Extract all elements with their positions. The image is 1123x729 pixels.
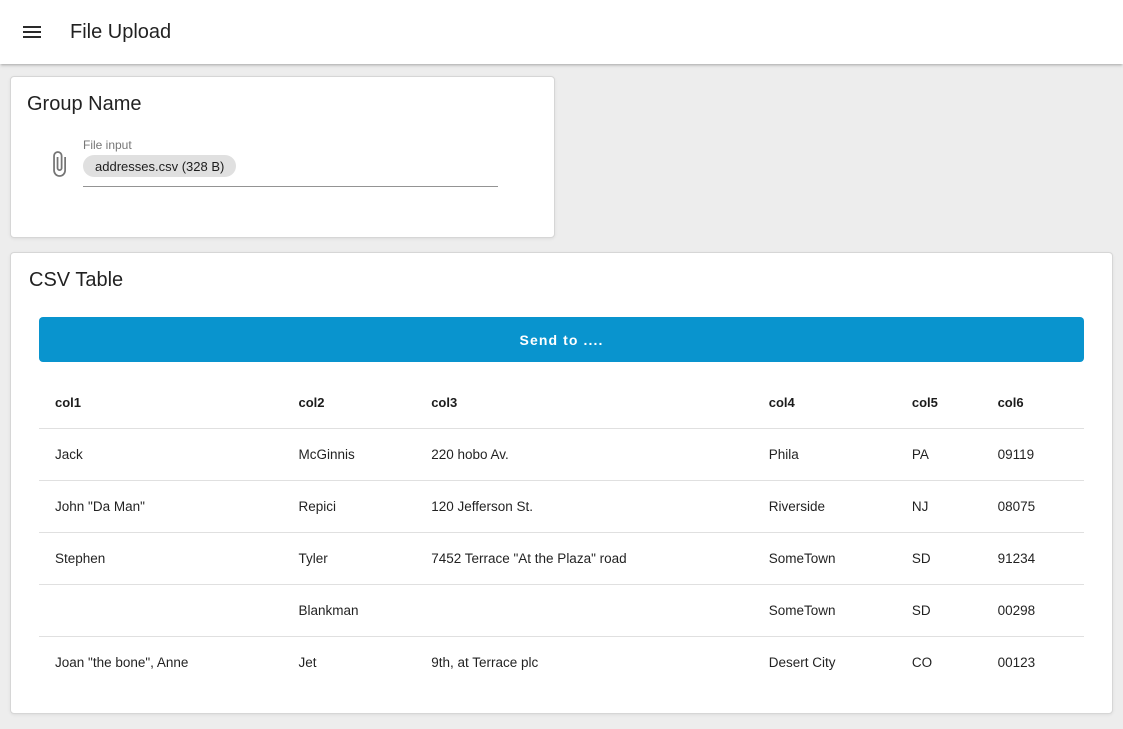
table-cell: Phila — [753, 428, 896, 480]
app-bar: File Upload — [0, 0, 1123, 64]
csv-table: col1col2col3col4col5col6 JackMcGinnis220… — [39, 378, 1084, 688]
table-cell: 08075 — [982, 480, 1084, 532]
csv-table-card: CSV Table Send to .... col1col2col3col4c… — [10, 252, 1113, 714]
group-name-card: Group Name File input addresses.csv (328… — [10, 76, 555, 238]
app-title: File Upload — [70, 21, 171, 44]
table-row: Blankman SomeTownSD00298 — [39, 584, 1084, 636]
column-header: col2 — [282, 378, 415, 428]
menu-bar-line — [23, 31, 41, 33]
send-to-button[interactable]: Send to .... — [39, 317, 1084, 362]
table-cell: John "Da Man" — [39, 480, 282, 532]
hamburger-menu-icon[interactable] — [14, 14, 50, 50]
table-cell: NJ — [896, 480, 982, 532]
csv-table-wrapper: col1col2col3col4col5col6 JackMcGinnis220… — [39, 378, 1084, 688]
table-cell: SomeTown — [753, 584, 896, 636]
column-header: col4 — [753, 378, 896, 428]
table-cell — [39, 584, 282, 636]
file-input-row: File input addresses.csv (328 B) — [27, 138, 538, 187]
file-input-field[interactable]: File input addresses.csv (328 B) — [83, 138, 498, 187]
table-cell: Tyler — [282, 532, 415, 584]
table-row: Joan "the bone", AnneJet9th, at Terrace … — [39, 636, 1084, 688]
main-content: Group Name File input addresses.csv (328… — [0, 64, 1123, 714]
table-cell: Blankman — [282, 584, 415, 636]
file-chip[interactable]: addresses.csv (328 B) — [83, 155, 236, 177]
table-cell: 220 hobo Av. — [415, 428, 753, 480]
table-cell: SD — [896, 584, 982, 636]
table-cell: CO — [896, 636, 982, 688]
table-cell: 9th, at Terrace plc — [415, 636, 753, 688]
table-row: StephenTyler7452 Terrace "At the Plaza" … — [39, 532, 1084, 584]
table-cell: 00298 — [982, 584, 1084, 636]
column-header: col3 — [415, 378, 753, 428]
table-header-row: col1col2col3col4col5col6 — [39, 378, 1084, 428]
paperclip-icon — [45, 150, 73, 187]
group-name-card-title: Group Name — [27, 93, 538, 116]
table-cell: Desert City — [753, 636, 896, 688]
table-cell: Repici — [282, 480, 415, 532]
table-cell: 00123 — [982, 636, 1084, 688]
column-header: col6 — [982, 378, 1084, 428]
table-cell: McGinnis — [282, 428, 415, 480]
table-cell: 7452 Terrace "At the Plaza" road — [415, 532, 753, 584]
table-row: JackMcGinnis220 hobo Av.PhilaPA09119 — [39, 428, 1084, 480]
table-cell: Jet — [282, 636, 415, 688]
table-row: John "Da Man"Repici120 Jefferson St.Rive… — [39, 480, 1084, 532]
csv-table-card-title: CSV Table — [29, 269, 1096, 292]
table-cell — [415, 584, 753, 636]
table-cell: Stephen — [39, 532, 282, 584]
column-header: col5 — [896, 378, 982, 428]
table-cell: Joan "the bone", Anne — [39, 636, 282, 688]
menu-bar-line — [23, 26, 41, 28]
table-cell: PA — [896, 428, 982, 480]
table-cell: SomeTown — [753, 532, 896, 584]
table-cell: 09119 — [982, 428, 1084, 480]
table-cell: SD — [896, 532, 982, 584]
table-cell: 91234 — [982, 532, 1084, 584]
column-header: col1 — [39, 378, 282, 428]
table-cell: 120 Jefferson St. — [415, 480, 753, 532]
menu-bar-line — [23, 36, 41, 38]
file-input-label: File input — [83, 138, 498, 152]
table-cell: Riverside — [753, 480, 896, 532]
table-cell: Jack — [39, 428, 282, 480]
